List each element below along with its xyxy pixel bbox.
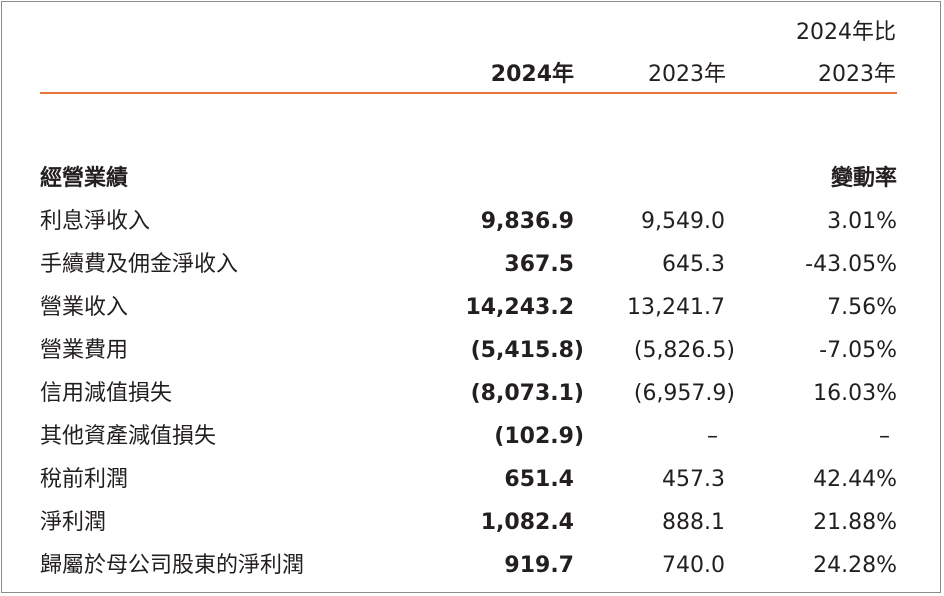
table-row: 其他資產減值損失 (102.9) – – <box>40 422 897 452</box>
change-rate: -7.05% <box>819 338 897 363</box>
table-row: 營業收入 14,243.2 13,241.7 7.56% <box>40 293 897 323</box>
row-label: 其他資產減值損失 <box>40 424 217 449</box>
row-label: 手續費及佣金淨收入 <box>40 252 239 277</box>
value-2023: 13,241.7 <box>627 295 725 320</box>
change-rate: 42.44% <box>813 467 897 492</box>
value-2023: (5,826.5) <box>633 338 735 363</box>
row-label: 營業收入 <box>40 295 129 320</box>
value-2024: 919.7 <box>504 553 574 578</box>
table-row: 淨利潤 1,082.4 888.1 21.88% <box>40 508 897 538</box>
value-2024: 367.5 <box>504 252 574 277</box>
header-change-line1: 2024年比 <box>796 20 896 45</box>
header-rule <box>40 92 897 94</box>
table-row: 稅前利潤 651.4 457.3 42.44% <box>40 465 897 495</box>
value-2024: (5,415.8) <box>470 338 584 363</box>
value-2024: 1,082.4 <box>480 510 574 535</box>
header-2024: 2024年 <box>490 62 574 87</box>
table-row: 歸屬於母公司股東的淨利潤 919.7 740.0 24.28% <box>40 551 897 581</box>
change-rate: 24.28% <box>813 553 897 578</box>
change-rate: 21.88% <box>813 510 897 535</box>
table-row: 營業費用 (5,415.8) (5,826.5) -7.05% <box>40 336 897 366</box>
row-label: 歸屬於母公司股東的淨利潤 <box>40 553 305 578</box>
row-label: 營業費用 <box>40 338 129 363</box>
header-change-line2: 2023年 <box>818 62 896 87</box>
value-2023: – <box>707 424 718 449</box>
row-label: 利息淨收入 <box>40 209 151 234</box>
row-label: 稅前利潤 <box>40 467 129 492</box>
change-rate: -43.05% <box>805 252 897 277</box>
section-title: 經營業績 <box>40 166 129 191</box>
change-rate-label: 變動率 <box>830 166 897 191</box>
value-2023: 457.3 <box>662 467 725 492</box>
header-2023: 2023年 <box>648 62 726 87</box>
value-2024: 9,836.9 <box>480 209 574 234</box>
change-rate: – <box>879 424 890 449</box>
section-header: 經營業績 變動率 <box>40 164 897 194</box>
value-2024: 14,243.2 <box>465 295 574 320</box>
value-2024: (8,073.1) <box>470 381 584 406</box>
value-2024: (102.9) <box>494 424 584 449</box>
value-2023: 9,549.0 <box>641 209 725 234</box>
value-2023: 740.0 <box>662 553 725 578</box>
value-2023: 888.1 <box>662 510 725 535</box>
table-row: 手續費及佣金淨收入 367.5 645.3 -43.05% <box>40 250 897 280</box>
value-2023: 645.3 <box>662 252 725 277</box>
value-2024: 651.4 <box>504 467 574 492</box>
table-row: 信用減值損失 (8,073.1) (6,957.9) 16.03% <box>40 379 897 409</box>
value-2023: (6,957.9) <box>633 381 735 406</box>
change-rate: 7.56% <box>827 295 897 320</box>
change-rate: 16.03% <box>813 381 897 406</box>
row-label: 信用減值損失 <box>40 381 173 406</box>
row-label: 淨利潤 <box>40 510 107 535</box>
table-row: 利息淨收入 9,836.9 9,549.0 3.01% <box>40 207 897 237</box>
change-rate: 3.01% <box>827 209 897 234</box>
